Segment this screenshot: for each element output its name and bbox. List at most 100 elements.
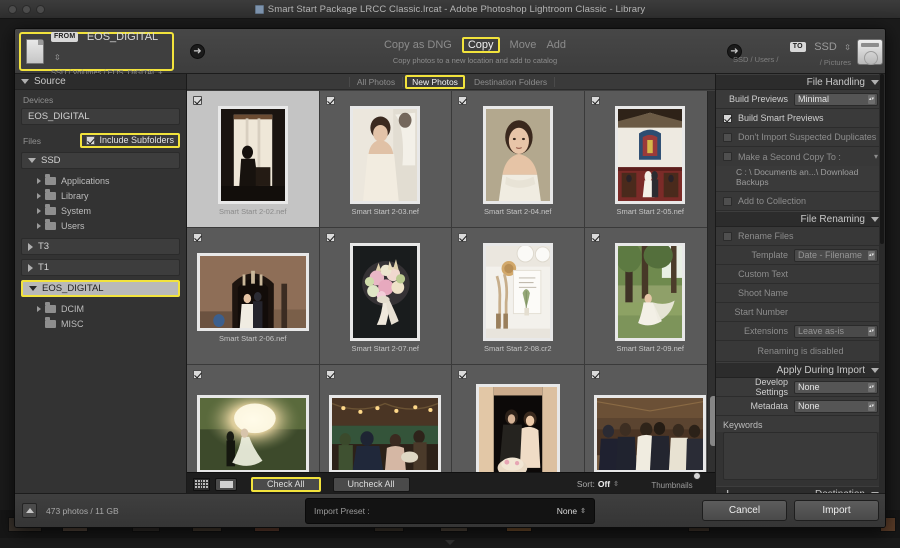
chevron-updown-icon[interactable]: ⇳ bbox=[54, 53, 61, 62]
metadata-row[interactable]: Metadata None ▴▾ bbox=[716, 397, 885, 416]
photo-checkbox[interactable] bbox=[193, 96, 202, 105]
import-preset-select[interactable]: None ⇳ bbox=[557, 506, 586, 516]
stepper-icon[interactable]: ▴▾ bbox=[868, 326, 875, 336]
photo-thumbnail[interactable] bbox=[196, 394, 309, 472]
extensions-row[interactable]: Extensions Leave as-is ▴▾ bbox=[716, 322, 885, 341]
chevron-updown-icon-preset[interactable]: ⇳ bbox=[580, 507, 586, 515]
cancel-button[interactable]: Cancel bbox=[702, 500, 787, 521]
photo-checkbox[interactable] bbox=[193, 370, 202, 379]
destination-selector[interactable]: SSD / Users / TO SSD ⇳ / Pictures bbox=[733, 32, 883, 71]
apply-during-import-header[interactable]: Apply During Import bbox=[716, 362, 885, 378]
chevron-down-icon-ssd[interactable] bbox=[28, 158, 36, 163]
copy-as-dng-option[interactable]: Copy as DNG bbox=[384, 39, 452, 51]
photo-checkbox[interactable] bbox=[325, 96, 335, 105]
volume-ssd[interactable]: SSD bbox=[21, 152, 180, 169]
chevron-down-icon-eos[interactable] bbox=[29, 286, 37, 291]
chevron-right-icon[interactable] bbox=[37, 305, 41, 312]
source-panel-header[interactable]: Source bbox=[15, 74, 186, 90]
template-select[interactable]: Date - Filename ▴▾ bbox=[794, 248, 878, 262]
folder-library[interactable]: Library bbox=[15, 188, 186, 203]
grid-cell[interactable]: Smart Start 2-03.nef bbox=[319, 91, 452, 228]
copy-option[interactable]: Copy bbox=[461, 37, 500, 53]
photo-thumbnail[interactable] bbox=[615, 106, 686, 204]
photo-thumbnail[interactable] bbox=[482, 106, 553, 204]
grid-cell[interactable]: Smart Start 2-07.nef bbox=[319, 228, 452, 365]
tab-new-photos[interactable]: New Photos bbox=[405, 74, 465, 89]
right-panel-scrollbar-thumb[interactable] bbox=[880, 74, 884, 244]
add-to-collection-row[interactable]: Add to Collection bbox=[716, 192, 885, 211]
chevron-updown-icon-sort[interactable]: ⇳ bbox=[613, 480, 619, 488]
chevron-right-icon[interactable] bbox=[37, 177, 41, 184]
photo-checkbox[interactable] bbox=[193, 233, 202, 242]
chevron-right-icon-t1[interactable] bbox=[28, 263, 33, 272]
dont-import-duplicates-row[interactable]: Don't Import Suspected Duplicates bbox=[716, 128, 885, 147]
start-number-row[interactable]: Start Number bbox=[716, 303, 885, 322]
include-subfolders-toggle[interactable]: Include Subfolders bbox=[80, 133, 180, 148]
folder-applications[interactable]: Applications bbox=[15, 173, 186, 188]
chevron-down-icon-second-copy[interactable]: ▾ bbox=[874, 152, 878, 161]
volume-t3[interactable]: T3 bbox=[21, 238, 180, 255]
photo-thumbnail[interactable] bbox=[475, 383, 560, 472]
keywords-input[interactable] bbox=[723, 432, 878, 480]
import-preset-bar[interactable]: Import Preset : None ⇳ bbox=[305, 498, 595, 524]
grid-view-icon[interactable] bbox=[193, 477, 210, 491]
photo-thumbnail[interactable] bbox=[350, 243, 421, 341]
folder-dcim[interactable]: DCIM bbox=[15, 301, 186, 316]
photo-thumbnail[interactable] bbox=[615, 243, 686, 341]
move-option[interactable]: Move bbox=[510, 39, 537, 51]
shoot-name-row[interactable]: Shoot Name bbox=[716, 284, 885, 303]
photo-checkbox[interactable] bbox=[458, 370, 467, 379]
volume-t1[interactable]: T1 bbox=[21, 259, 180, 276]
import-button[interactable]: Import bbox=[794, 500, 879, 521]
photo-checkbox[interactable] bbox=[325, 233, 335, 242]
stepper-icon[interactable]: ▴▾ bbox=[868, 382, 875, 392]
photo-checkbox[interactable] bbox=[590, 233, 600, 242]
grid-cell[interactable]: Smart Start 2-09.nef bbox=[584, 228, 717, 365]
stepper-icon[interactable]: ▴▾ bbox=[868, 250, 875, 260]
tab-destination-folders[interactable]: Destination Folders bbox=[467, 76, 556, 87]
template-row[interactable]: Template Date - Filename ▴▾ bbox=[716, 246, 885, 265]
chevron-right-icon[interactable] bbox=[37, 207, 41, 214]
photo-thumbnail[interactable] bbox=[196, 253, 309, 331]
chevron-updown-icon-dest[interactable]: ⇳ bbox=[844, 43, 851, 52]
add-to-collection-checkbox[interactable] bbox=[723, 196, 732, 206]
bottom-panel-toggle-caret[interactable] bbox=[445, 540, 455, 545]
folder-system[interactable]: System bbox=[15, 203, 186, 218]
photo-checkbox[interactable] bbox=[325, 370, 335, 379]
photo-checkbox[interactable] bbox=[590, 96, 600, 105]
build-smart-previews-row[interactable]: Build Smart Previews bbox=[716, 109, 885, 128]
loupe-view-icon[interactable] bbox=[215, 477, 237, 491]
grid-cell[interactable] bbox=[187, 365, 320, 472]
stepper-icon[interactable]: ▴▾ bbox=[868, 401, 875, 411]
photo-checkbox[interactable] bbox=[590, 370, 600, 379]
second-copy-row[interactable]: Make a Second Copy To : ▾ bbox=[716, 147, 885, 166]
photo-checkbox[interactable] bbox=[458, 233, 467, 242]
tab-all-photos[interactable]: All Photos bbox=[348, 76, 404, 87]
build-smart-previews-checkbox[interactable] bbox=[723, 113, 732, 123]
sort-control[interactable]: Sort: Off ⇳ bbox=[577, 479, 619, 489]
thumbnail-size-slider[interactable]: Thumbnails bbox=[633, 472, 711, 493]
folder-misc[interactable]: MISC bbox=[15, 316, 186, 331]
volume-eos-digital[interactable]: EOS_DIGITAL bbox=[21, 280, 180, 297]
grid-cell[interactable] bbox=[319, 365, 452, 472]
photo-thumbnail[interactable] bbox=[350, 106, 421, 204]
uncheck-all-button[interactable]: Uncheck All bbox=[332, 476, 410, 492]
chevron-right-icon-t3[interactable] bbox=[28, 242, 33, 251]
check-all-button[interactable]: Check All bbox=[251, 476, 321, 492]
grid-cell[interactable]: Smart Start 2-06.nef bbox=[187, 228, 320, 365]
device-item-eos-digital[interactable]: EOS_DIGITAL bbox=[21, 108, 180, 125]
grid-cell[interactable]: Smart Start 2-04.nef bbox=[452, 91, 585, 228]
grid-cell[interactable]: Smart Start 2-02.nef bbox=[187, 91, 320, 228]
slider-knob[interactable] bbox=[692, 472, 701, 480]
rename-files-row[interactable]: Rename Files bbox=[716, 227, 885, 246]
second-copy-checkbox[interactable] bbox=[723, 152, 732, 161]
grid-cell[interactable]: Smart Start 2-05.nef bbox=[584, 91, 717, 228]
photo-thumbnail[interactable] bbox=[594, 394, 707, 472]
dont-import-duplicates-checkbox[interactable] bbox=[723, 132, 732, 142]
folder-users[interactable]: Users bbox=[15, 218, 186, 233]
right-panel-scrollbar[interactable] bbox=[879, 74, 885, 495]
stepper-icon[interactable]: ▴▾ bbox=[868, 94, 875, 104]
chevron-right-icon[interactable] bbox=[37, 222, 41, 229]
custom-text-row[interactable]: Custom Text bbox=[716, 265, 885, 284]
extensions-select[interactable]: Leave as-is ▴▾ bbox=[794, 324, 878, 338]
